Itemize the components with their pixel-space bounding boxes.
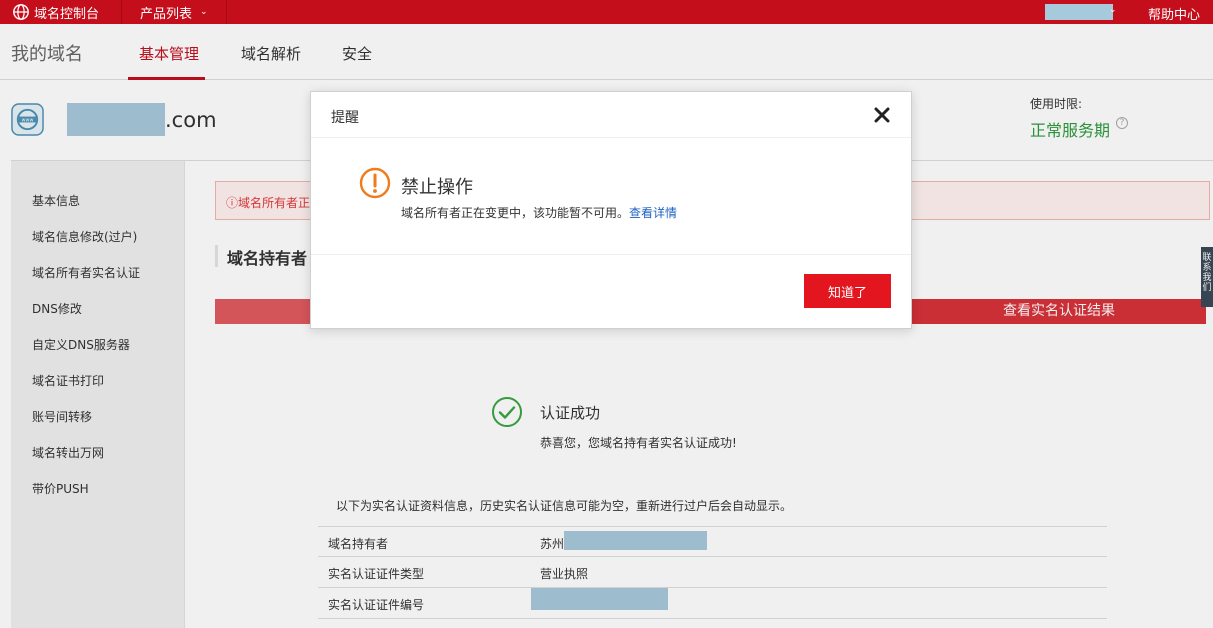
warning-title: 禁止操作 <box>401 177 473 198</box>
chevron-down-icon: ⌄ <box>200 7 208 17</box>
close-icon[interactable] <box>873 106 891 124</box>
warning-message: 域名所有者正在变更中，该功能暂不可用。查看详情 <box>401 204 677 221</box>
product-list-label: 产品列表 <box>140 6 193 22</box>
acknowledge-button[interactable]: 知道了 <box>804 274 891 308</box>
console-title: 域名控制台 <box>34 6 100 22</box>
top-bar: 域名控制台 产品列表 ⌄ ⌄ 帮助中心 <box>0 0 1213 24</box>
user-account-menu[interactable] <box>1045 4 1113 20</box>
dialog-divider <box>311 254 911 255</box>
reminder-dialog: 提醒 禁止操作 域名所有者正在变更中，该功能暂不可用。查看详情 知道了 <box>310 91 912 329</box>
globe-icon <box>13 4 29 20</box>
warning-message-text: 域名所有者正在变更中，该功能暂不可用。 <box>401 206 630 220</box>
view-details-link[interactable]: 查看详情 <box>629 206 677 220</box>
dialog-divider <box>311 137 911 138</box>
help-center-link[interactable]: 帮助中心 <box>1148 4 1200 23</box>
chevron-down-icon: ⌄ <box>1109 5 1117 15</box>
warning-icon <box>359 167 391 199</box>
product-list-menu[interactable]: 产品列表 ⌄ <box>123 0 227 24</box>
dialog-title: 提醒 <box>331 110 359 126</box>
console-home-link[interactable]: 域名控制台 <box>0 0 122 24</box>
